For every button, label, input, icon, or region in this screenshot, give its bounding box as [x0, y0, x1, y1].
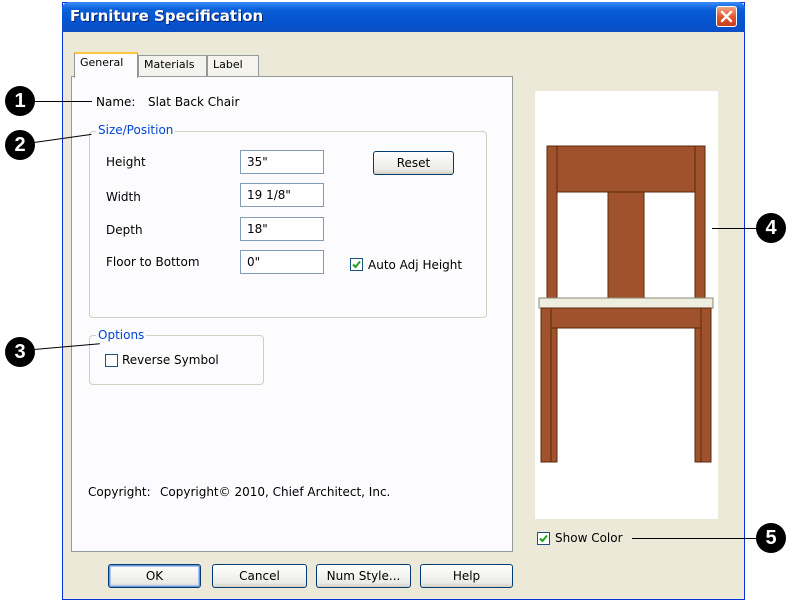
reverse-symbol-label[interactable]: Reverse Symbol — [122, 353, 219, 367]
tab-general[interactable]: General — [74, 52, 138, 78]
show-color-checkbox[interactable] — [537, 532, 550, 545]
ok-button[interactable]: OK — [108, 564, 201, 588]
cancel-button[interactable]: Cancel — [212, 564, 307, 588]
width-label: Width — [106, 190, 141, 204]
callout-leader-4 — [712, 228, 757, 229]
copyright-value: Copyright© 2010, Chief Architect, Inc. — [160, 485, 391, 499]
depth-field[interactable]: 18" — [240, 217, 324, 241]
height-field[interactable]: 35" — [240, 150, 324, 174]
floor-to-bottom-field[interactable]: 0" — [240, 250, 324, 274]
name-label: Name: — [96, 95, 136, 109]
width-field[interactable]: 19 1/8" — [240, 183, 324, 207]
options-title: Options — [96, 328, 147, 342]
help-button[interactable]: Help — [420, 564, 513, 588]
chair-illustration — [538, 145, 714, 463]
reverse-symbol-checkbox[interactable] — [105, 354, 118, 367]
callout-marker-5: 5 — [756, 523, 786, 553]
tab-label[interactable]: Label — [207, 55, 259, 76]
copyright-label: Copyright: — [88, 485, 151, 499]
tab-materials[interactable]: Materials — [138, 55, 207, 76]
callout-leader-5 — [632, 538, 757, 539]
close-button[interactable] — [716, 6, 737, 27]
callout-marker-4: 4 — [756, 213, 786, 243]
close-icon — [720, 10, 733, 23]
checkmark-icon — [352, 260, 361, 269]
callout-marker-3: 3 — [5, 337, 35, 367]
checkmark-icon — [539, 534, 548, 543]
window-title: Furniture Specification — [70, 7, 264, 25]
callout-marker-2: 2 — [5, 130, 35, 160]
num-style-button[interactable]: Num Style... — [316, 564, 411, 588]
height-label: Height — [106, 155, 146, 169]
name-value: Slat Back Chair — [148, 95, 240, 109]
depth-label: Depth — [106, 223, 143, 237]
show-color-label[interactable]: Show Color — [555, 531, 623, 545]
chair-preview — [535, 91, 718, 519]
callout-leader-1 — [34, 101, 92, 102]
auto-adj-height-label[interactable]: Auto Adj Height — [368, 258, 462, 272]
callout-marker-1: 1 — [5, 86, 35, 116]
size-position-title: Size/Position — [96, 123, 176, 137]
floor-to-bottom-label: Floor to Bottom — [106, 255, 200, 269]
reset-button[interactable]: Reset — [373, 151, 454, 175]
auto-adj-height-checkbox[interactable] — [350, 258, 363, 271]
